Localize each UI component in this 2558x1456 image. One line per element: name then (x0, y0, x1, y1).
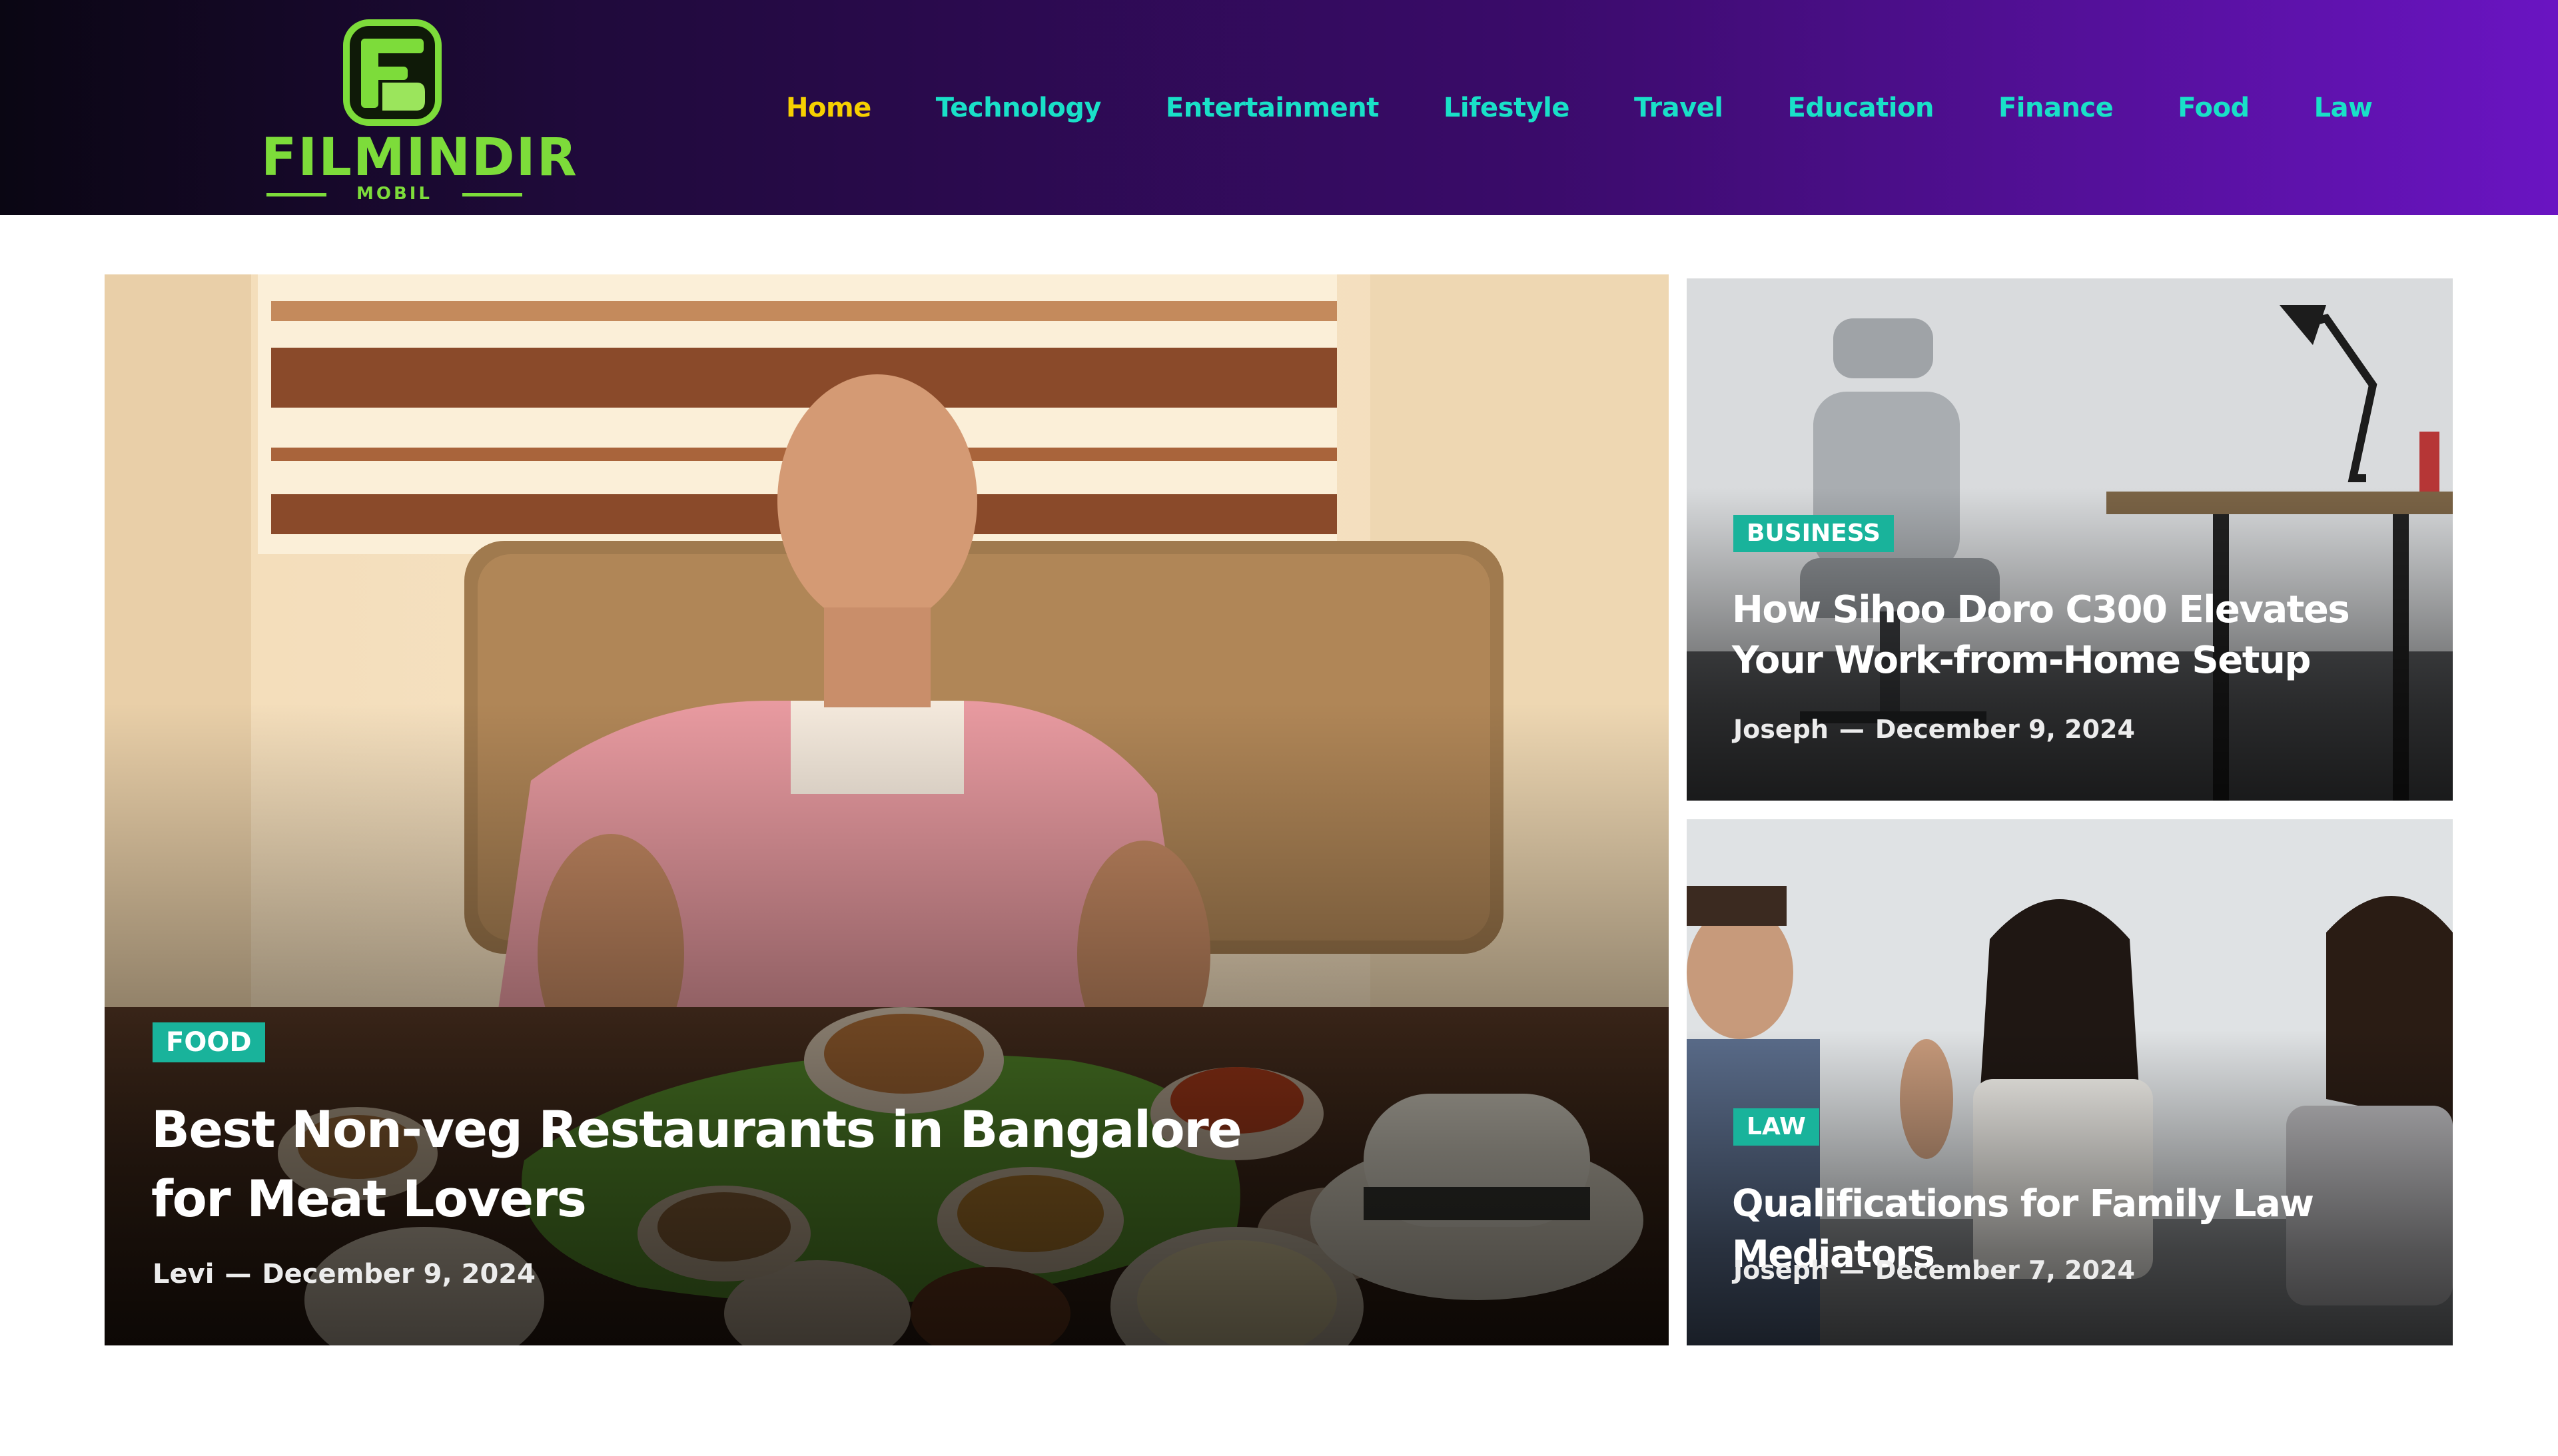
side-post-author[interactable]: Joseph (1733, 1256, 1829, 1285)
nav-technology[interactable]: Technology (936, 93, 1102, 123)
logo-rule-right (462, 193, 522, 196)
featured-post-meta: Levi — December 9, 2024 (153, 1259, 536, 1289)
nav-food[interactable]: Food (2178, 93, 2250, 123)
meta-separator: — (1839, 715, 1865, 744)
nav-education[interactable]: Education (1788, 93, 1934, 123)
side-post-meta: Joseph — December 9, 2024 (1733, 715, 2135, 744)
side-post-card[interactable]: LAW Qualifications for Family Law Mediat… (1687, 819, 2453, 1345)
nav-travel[interactable]: Travel (1634, 93, 1723, 123)
featured-category-badge[interactable]: FOOD (153, 1022, 265, 1062)
site-logo[interactable]: FILMINDIR MOBIL (261, 19, 578, 202)
featured-post-card[interactable]: FOOD Best Non-veg Restaurants in Bangalo… (105, 274, 1669, 1345)
nav-lifestyle[interactable]: Lifestyle (1444, 93, 1570, 123)
side-post-category-badge[interactable]: BUSINESS (1733, 515, 1894, 552)
side-post-meta: Joseph — December 7, 2024 (1733, 1256, 2135, 1285)
featured-post-date: December 9, 2024 (262, 1259, 536, 1289)
nav-home[interactable]: Home (786, 93, 871, 123)
side-post-title[interactable]: How Sihoo Doro C300 Elevates Your Work-f… (1732, 585, 2418, 686)
featured-post-overlay (105, 703, 1669, 1345)
nav-law[interactable]: Law (2314, 93, 2373, 123)
side-post-date: December 7, 2024 (1875, 1256, 2135, 1285)
logo-wordmark: FILMINDIR (261, 128, 578, 188)
meta-separator: — (224, 1259, 252, 1289)
meta-separator: — (1839, 1256, 1865, 1285)
side-post-date: December 9, 2024 (1875, 715, 2135, 744)
nav-finance[interactable]: Finance (1998, 93, 2114, 123)
featured-post-title[interactable]: Best Non-veg Restaurants in Bangalore fo… (151, 1095, 1324, 1234)
side-post-category-badge[interactable]: LAW (1733, 1108, 1819, 1146)
nav-entertainment[interactable]: Entertainment (1166, 93, 1379, 123)
site-header: FILMINDIR MOBIL Home Technology Entertai… (0, 0, 2558, 215)
side-post-author[interactable]: Joseph (1733, 715, 1829, 744)
logo-icon (343, 19, 442, 126)
side-post-card[interactable]: BUSINESS How Sihoo Doro C300 Elevates Yo… (1687, 278, 2453, 801)
featured-post-author[interactable]: Levi (153, 1259, 214, 1289)
main-nav: Home Technology Entertainment Lifestyle … (786, 88, 2373, 128)
